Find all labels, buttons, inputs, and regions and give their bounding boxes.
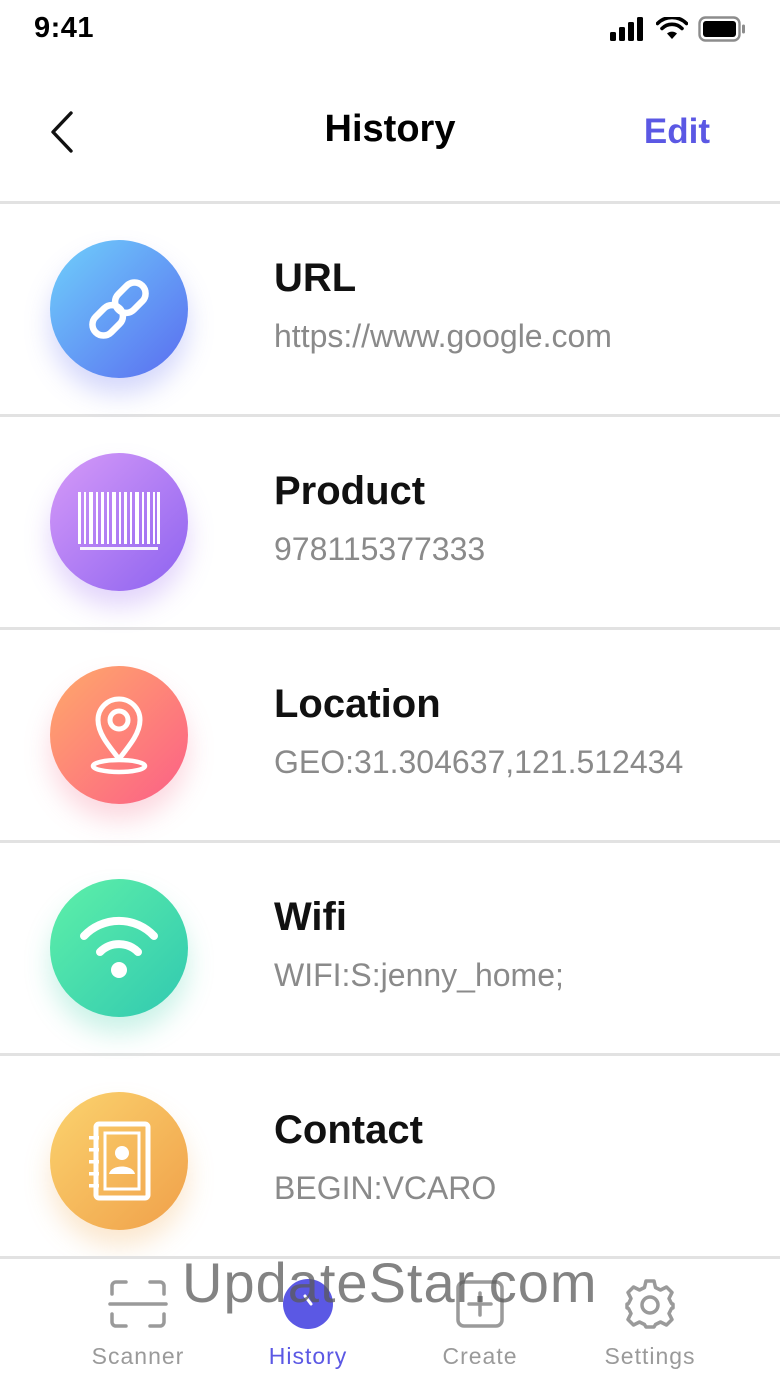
wifi-icon-badge <box>50 879 188 1017</box>
history-item-product[interactable]: Product 978115377333 <box>0 417 780 627</box>
tab-label: Scanner <box>91 1343 185 1369</box>
history-item-wifi[interactable]: Wifi WIFI:S:jenny_home; <box>0 843 780 1053</box>
item-subtitle: GEO:31.304637,121.512434 <box>274 744 684 780</box>
contact-icon-badge <box>50 1092 188 1230</box>
item-title: Product <box>274 469 426 513</box>
url-icon-badge <box>50 240 188 378</box>
link-icon <box>89 279 149 339</box>
gear-icon <box>625 1279 675 1329</box>
item-title: URL <box>274 256 357 300</box>
status-time: 9:41 <box>34 12 95 44</box>
item-subtitle: WIFI:S:jenny_home; <box>274 957 564 993</box>
status-icons <box>610 16 746 42</box>
history-item-contact[interactable]: Contact BEGIN:VCARO <box>0 1056 780 1266</box>
clock-icon <box>283 1279 333 1329</box>
plus-square-icon <box>456 1280 504 1328</box>
tab-label: Settings <box>604 1343 696 1369</box>
tab-scanner[interactable]: Scanner <box>58 1273 218 1383</box>
wifi-icon <box>80 916 158 978</box>
edit-button[interactable]: Edit <box>644 112 710 152</box>
tab-bar: Scanner History Create Settings <box>0 1256 780 1387</box>
tab-settings[interactable]: Settings <box>570 1273 730 1383</box>
wifi-icon <box>656 17 688 39</box>
barcode-icon <box>78 492 160 550</box>
item-subtitle: 978115377333 <box>274 531 486 567</box>
item-subtitle: BEGIN:VCARO <box>274 1170 497 1206</box>
tab-history[interactable]: History <box>228 1273 388 1383</box>
location-icon-badge <box>50 666 188 804</box>
contact-book-icon <box>89 1121 151 1201</box>
history-item-location[interactable]: Location GEO:31.304637,121.512434 <box>0 630 780 840</box>
tab-label: History <box>268 1343 348 1369</box>
history-item-url[interactable]: URL https://www.google.com <box>0 204 780 414</box>
scan-frame-icon <box>108 1280 168 1328</box>
signal-icon <box>610 17 643 41</box>
history-list: URL https://www.google.com Product 97811… <box>0 201 780 1266</box>
navigation-bar: History Edit <box>0 60 780 202</box>
item-title: Contact <box>274 1108 423 1152</box>
product-icon-badge <box>50 453 188 591</box>
status-bar: 9:41 <box>0 0 780 60</box>
item-subtitle: https://www.google.com <box>274 318 612 354</box>
item-title: Wifi <box>274 895 347 939</box>
tab-label: Create <box>442 1343 518 1369</box>
battery-icon <box>698 16 745 42</box>
tab-create[interactable]: Create <box>400 1273 560 1383</box>
location-pin-icon <box>90 696 148 775</box>
item-title: Location <box>274 682 441 726</box>
